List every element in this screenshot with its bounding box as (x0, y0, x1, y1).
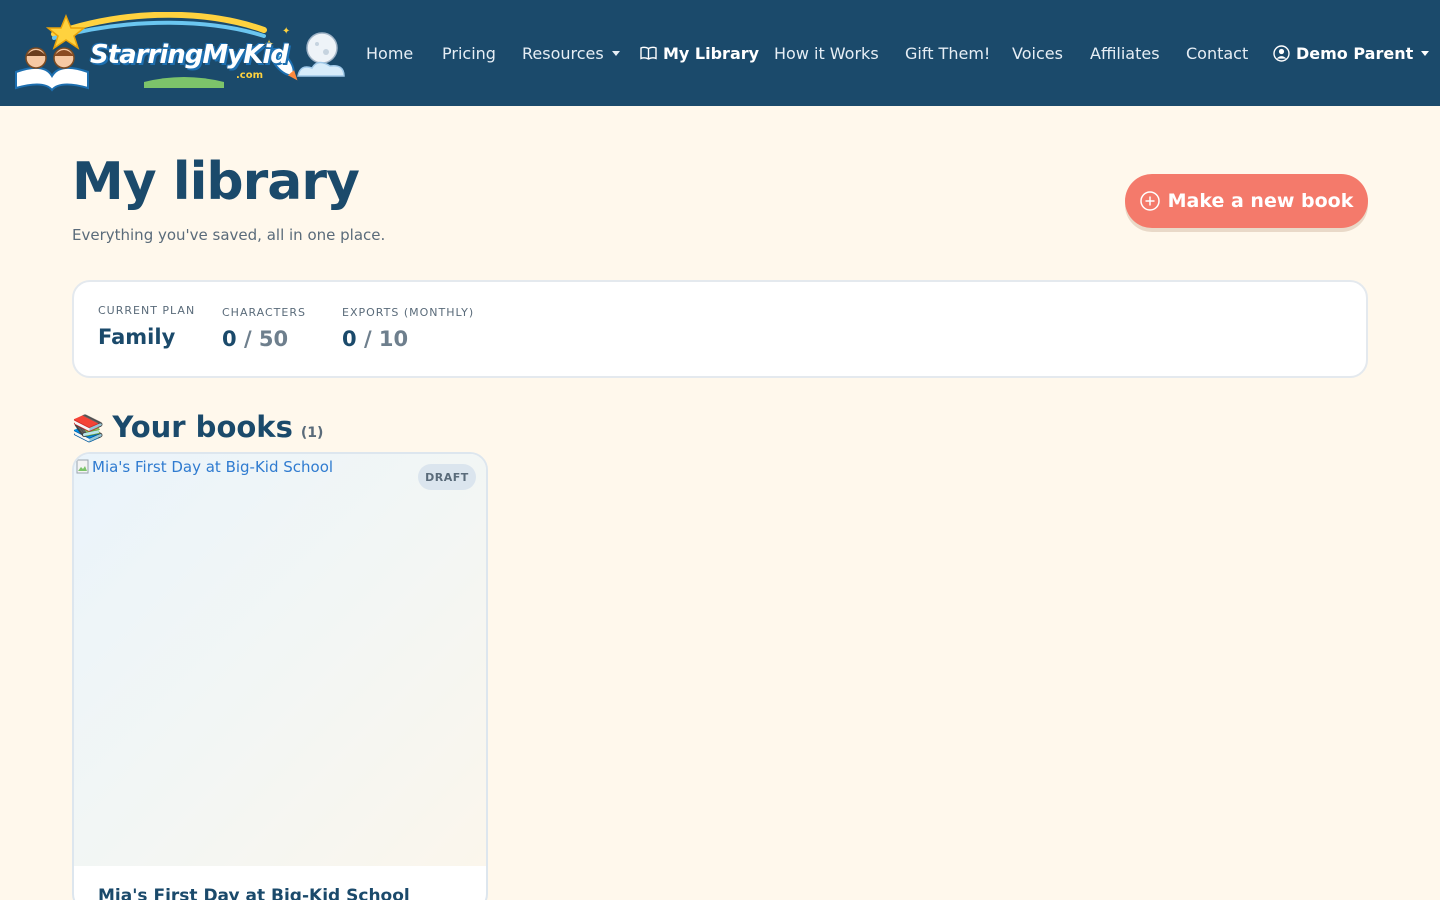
characters-label: Characters (222, 306, 306, 319)
plus-circle-icon (1139, 191, 1160, 211)
navbar: ✦ ✦ StarringMyKid .com Home Pricing Reso… (0, 0, 1440, 106)
nav-resources-dropdown[interactable]: Resources (522, 40, 620, 66)
exports-used: 0 (342, 327, 357, 351)
broken-image-alt: Mia's First Day at Big-Kid School (76, 458, 333, 476)
nav-pricing[interactable]: Pricing (442, 40, 496, 66)
exports-stat: Exports (monthly) 0 / 10 (342, 306, 474, 351)
nav-my-library-label: My Library (663, 43, 760, 63)
your-books-heading: 📚 Your books (1) (72, 410, 323, 444)
plan-usage-card: Current plan Family Characters 0 / 50 Ex… (72, 280, 1368, 378)
nav-how-it-works[interactable]: How it Works (774, 40, 879, 66)
nav-voices-label: Voices (1012, 43, 1063, 63)
broken-image-icon (76, 459, 89, 474)
page-subtitle: Everything you've saved, all in one plac… (72, 226, 386, 244)
books-emoji-icon: 📚 (72, 414, 105, 444)
your-books-title: Your books (112, 410, 293, 444)
exports-limit: / 10 (363, 327, 409, 351)
current-plan-value: Family (98, 325, 176, 349)
book-card[interactable]: Mia's First Day at Big-Kid School DRAFT … (72, 452, 488, 900)
nav-voices[interactable]: Voices (1012, 40, 1063, 66)
page-title: My library (72, 152, 360, 212)
make-new-book-button[interactable]: Make a new book (1125, 174, 1368, 228)
nav-how-it-works-label: How it Works (774, 43, 879, 63)
nav-contact-label: Contact (1186, 43, 1249, 63)
nav-resources-label: Resources (522, 43, 604, 63)
user-circle-icon (1273, 44, 1290, 62)
current-plan-label: Current plan (98, 304, 196, 317)
nav-gift-them[interactable]: Gift Them! (905, 40, 990, 66)
open-book-icon (640, 46, 657, 60)
exports-label: Exports (monthly) (342, 306, 475, 319)
nav-home[interactable]: Home (366, 40, 413, 66)
logo-suffix: .com (236, 70, 264, 81)
book-cover-alt-text: Mia's First Day at Big-Kid School (92, 458, 334, 476)
book-title[interactable]: Mia's First Day at Big-Kid School (98, 886, 410, 900)
site-logo[interactable]: ✦ ✦ StarringMyKid .com (14, 11, 348, 92)
current-plan-stat: Current plan Family (98, 304, 195, 349)
nav-home-label: Home (366, 43, 414, 63)
nav-affiliates[interactable]: Affiliates (1090, 40, 1160, 66)
make-new-book-label: Make a new book (1167, 190, 1354, 212)
caret-down-icon (1421, 50, 1430, 56)
logo-wordmark: StarringMyKid (90, 40, 289, 70)
nav-contact[interactable]: Contact (1186, 40, 1248, 66)
caret-down-icon (611, 50, 620, 56)
book-cover-image: Mia's First Day at Big-Kid School (74, 454, 486, 866)
characters-stat: Characters 0 / 50 (222, 306, 306, 351)
status-badge: DRAFT (418, 464, 476, 490)
nav-gift-them-label: Gift Them! (905, 43, 991, 63)
nav-user-menu[interactable]: Demo Parent (1273, 40, 1430, 66)
your-books-count: (1) (300, 425, 324, 441)
svg-text:✦: ✦ (282, 26, 290, 37)
nav-user-name: Demo Parent (1296, 43, 1414, 63)
nav-my-library[interactable]: My Library (640, 40, 759, 66)
characters-used: 0 (222, 327, 237, 351)
nav-pricing-label: Pricing (442, 43, 496, 63)
characters-limit: / 50 (243, 327, 289, 351)
nav-affiliates-label: Affiliates (1090, 43, 1160, 63)
